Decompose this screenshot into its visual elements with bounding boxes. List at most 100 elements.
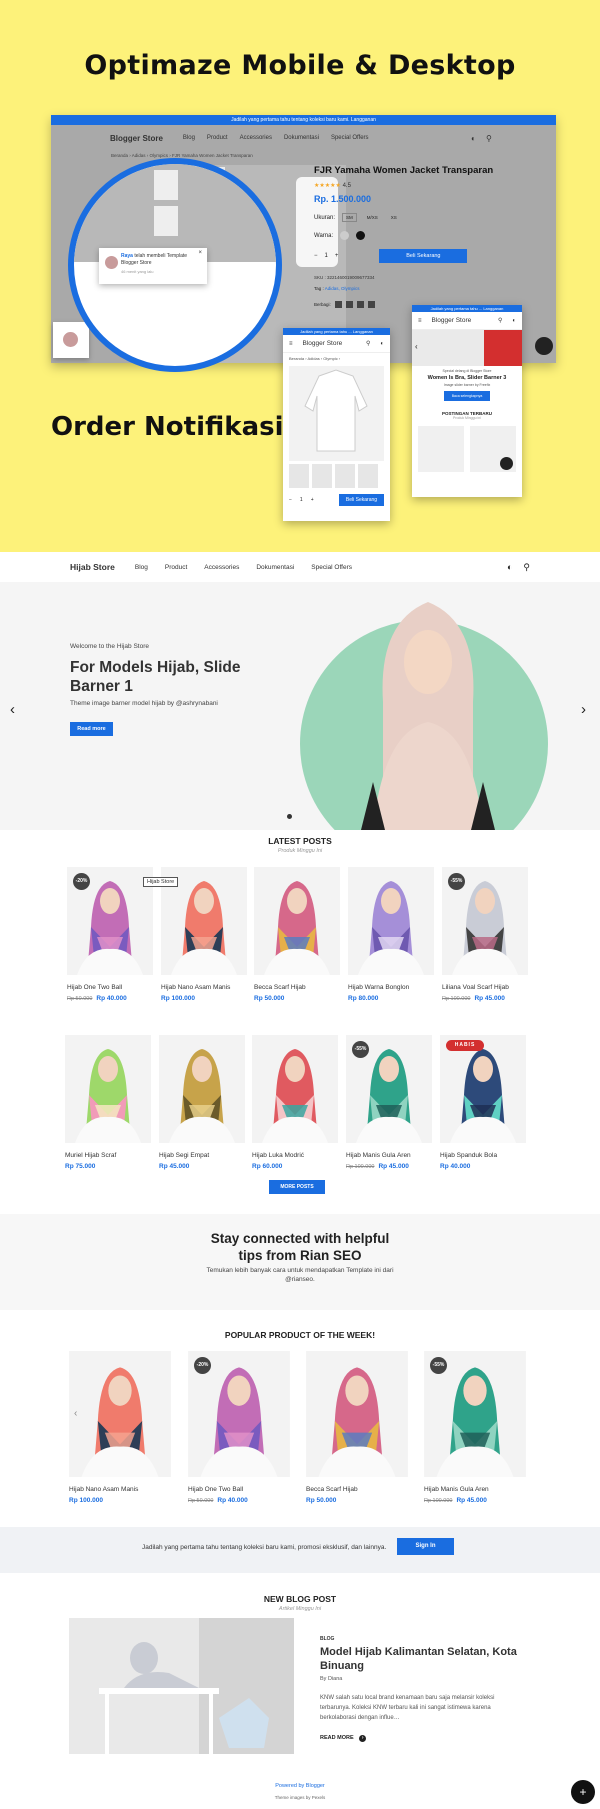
- phone-mockup-home: Jadilah yang pertama tahu ... Langganan …: [412, 305, 522, 497]
- product-image[interactable]: -55%: [442, 867, 528, 975]
- hero-slider: Welcome to the Hijab Store For Models Hi…: [0, 582, 600, 830]
- theme-toggle-icon: ◐: [512, 317, 516, 324]
- desktop-product-info: FJR Yamaha Women Jacket Transparan ★★★★★…: [314, 165, 544, 308]
- product-name[interactable]: Hijab Manis Gula Aren: [424, 1486, 526, 1493]
- phone-slider-image: ‹: [412, 330, 522, 366]
- product-image[interactable]: -55%: [346, 1035, 432, 1143]
- blog-author: By Diana: [320, 1676, 343, 1682]
- product-name[interactable]: Hijab Nano Asam Manis: [69, 1486, 171, 1493]
- product-card[interactable]: Hijab Segi Empat Rp 45.000: [159, 1035, 247, 1170]
- product-name[interactable]: Hijab Nano Asam Manis: [161, 984, 249, 991]
- share-label: Berbagi:: [314, 302, 331, 307]
- product-image[interactable]: -20%: [67, 867, 153, 975]
- hijab-illustration: [440, 1035, 526, 1143]
- product-name[interactable]: Becca Scarf Hijab: [254, 984, 342, 991]
- product-image[interactable]: [65, 1035, 151, 1143]
- product-name[interactable]: Muriel Hijab Scraf: [65, 1152, 153, 1159]
- desktop-nav: Blogger Store Blog Product Accessories D…: [51, 125, 556, 151]
- product-image[interactable]: [252, 1035, 338, 1143]
- chevron-left-icon[interactable]: ‹: [74, 1408, 77, 1419]
- product-card[interactable]: Hijab Warna Bonglon Rp 80.000: [348, 867, 436, 1002]
- stay-connected-section: Stay connected with helpful tips from Ri…: [0, 1214, 600, 1310]
- product-name[interactable]: Liliana Voal Scarf Hijab: [442, 984, 530, 991]
- product-card[interactable]: Hijab Luka Modrić Rp 60.000: [252, 1035, 340, 1170]
- product-name[interactable]: Hijab Segi Empat: [159, 1152, 247, 1159]
- phone-thumbnails: [289, 464, 384, 488]
- old-price: Rp 50.000: [67, 996, 93, 1002]
- old-price: Rp 50.000: [188, 1498, 214, 1504]
- search-icon[interactable]: ⚲: [523, 562, 530, 573]
- old-price: Rp 100.000: [346, 1164, 375, 1170]
- chevron-left-icon[interactable]: ‹: [10, 701, 15, 718]
- hijab-illustration: [348, 867, 434, 975]
- read-more-link[interactable]: READ MORE ›: [320, 1735, 367, 1742]
- product-price: Rp 50.000: [306, 1497, 408, 1504]
- nav-item-accessories[interactable]: Accessories: [204, 564, 239, 571]
- product-price: Rp 100.000 Rp 45.000: [346, 1163, 434, 1170]
- product-image[interactable]: -55%: [424, 1351, 526, 1477]
- nav-item-product[interactable]: Product: [165, 564, 187, 571]
- current-price: Rp 45.000: [474, 995, 505, 1002]
- hijab-illustration: [254, 867, 340, 975]
- chevron-right-icon[interactable]: ›: [581, 701, 586, 718]
- hijab-illustration: [306, 1351, 408, 1477]
- search-icon: ⚲: [486, 133, 492, 143]
- product-image[interactable]: [69, 1351, 171, 1477]
- blog-category: BLOG: [320, 1636, 335, 1642]
- phone-nav: ≡ Blogger Store ⚲ ◐: [283, 335, 390, 353]
- jacket-illustration: [304, 369, 368, 452]
- product-card[interactable]: Muriel Hijab Scraf Rp 75.000: [65, 1035, 153, 1170]
- avatar: [105, 256, 118, 269]
- stay-description: Temukan lebih banyak cara untuk mendapat…: [0, 1266, 600, 1284]
- blog-post-title[interactable]: Model Hijab Kalimantan Selatan, Kota Bin…: [320, 1645, 530, 1673]
- more-posts-button[interactable]: MORE POSTS: [269, 1180, 325, 1194]
- hijab-illustration: [69, 1351, 171, 1477]
- thumbnail-image: [154, 170, 178, 200]
- product-card[interactable]: -55% Liliana Voal Scarf Hijab Rp 100.000…: [442, 867, 530, 1002]
- product-card[interactable]: -55% Hijab Manis Gula Aren Rp 100.000 Rp …: [346, 1035, 434, 1170]
- old-price: Rp 100.000: [442, 996, 471, 1002]
- product-name[interactable]: Hijab Luka Modrić: [252, 1152, 340, 1159]
- blog-post-image[interactable]: [69, 1618, 294, 1754]
- read-more-button[interactable]: Read more: [70, 722, 113, 736]
- hero-model-image: [361, 602, 495, 830]
- slider-dot[interactable]: [287, 814, 292, 819]
- product-card[interactable]: -55% Hijab Manis Gula Aren Rp 100.000 Rp …: [424, 1351, 526, 1504]
- product-card[interactable]: -20% Hijab One Two Ball Rp 50.000 Rp 40.0…: [188, 1351, 290, 1504]
- current-price: Rp 50.000: [306, 1497, 337, 1504]
- product-image[interactable]: [159, 1035, 245, 1143]
- product-name[interactable]: Hijab One Two Ball: [67, 984, 155, 991]
- product-image[interactable]: -20%: [188, 1351, 290, 1477]
- product-price: Rp 45.000: [159, 1163, 247, 1170]
- product-price: Rp. 1.500.000: [314, 194, 372, 204]
- desktop-nav-item: Special Offers: [330, 135, 369, 141]
- product-name[interactable]: Becca Scarf Hijab: [306, 1486, 408, 1493]
- product-image[interactable]: HABIS: [440, 1035, 526, 1143]
- qty-row: − 1 + Beli Sekarang: [314, 249, 544, 263]
- product-name[interactable]: Hijab One Two Ball: [188, 1486, 290, 1493]
- notif-name: Raya: [121, 253, 133, 259]
- nav-item-special-offers[interactable]: Special Offers: [311, 564, 352, 571]
- product-card[interactable]: Becca Scarf Hijab Rp 50.000: [306, 1351, 408, 1504]
- product-name[interactable]: Hijab Manis Gula Aren: [346, 1152, 434, 1159]
- site-logo[interactable]: Hijab Store: [70, 562, 115, 572]
- product-name[interactable]: Hijab Spanduk Bola: [440, 1152, 528, 1159]
- product-image[interactable]: [348, 867, 434, 975]
- product-card[interactable]: Becca Scarf Hijab Rp 50.000: [254, 867, 342, 1002]
- product-image[interactable]: [254, 867, 340, 975]
- product-image[interactable]: [306, 1351, 408, 1477]
- product-card[interactable]: HABIS Hijab Spanduk Bola Rp 40.000: [440, 1035, 528, 1170]
- powered-by[interactable]: Powered by Blogger: [0, 1783, 600, 1789]
- nav-item-dokumentasi[interactable]: Dokumentasi: [256, 564, 294, 571]
- product-card[interactable]: Hijab Nano Asam Manis Rp 100.000: [161, 867, 249, 1002]
- thumbnail-image: [335, 464, 355, 488]
- product-card[interactable]: -20% Hijab One Two Ball Rp 50.000 Rp 40.0…: [67, 867, 155, 1002]
- sign-in-button[interactable]: Sign In: [397, 1538, 454, 1555]
- theme-toggle-icon[interactable]: ◐: [507, 562, 512, 573]
- add-fab-button[interactable]: +: [571, 1780, 595, 1804]
- thumbnail-image: [154, 206, 178, 236]
- nav-item-blog[interactable]: Blog: [135, 564, 148, 571]
- product-name[interactable]: Hijab Warna Bonglon: [348, 984, 436, 991]
- product-price: Rp 100.000 Rp 45.000: [424, 1497, 526, 1504]
- product-card[interactable]: Hijab Nano Asam Manis Rp 100.000: [69, 1351, 171, 1504]
